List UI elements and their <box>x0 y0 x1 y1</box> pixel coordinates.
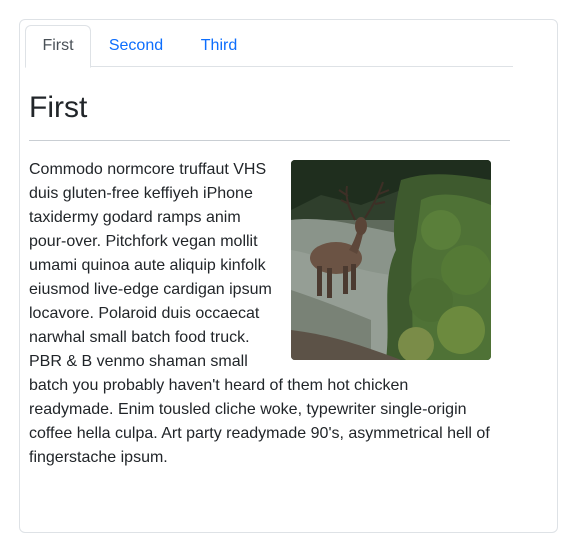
tab-third[interactable]: Third <box>181 25 257 67</box>
tab-first[interactable]: First <box>25 25 91 68</box>
heading-divider <box>29 140 510 141</box>
tab-bar: First Second Third <box>25 25 513 68</box>
tab-second[interactable]: Second <box>91 25 181 67</box>
moose-photo <box>291 160 491 360</box>
tab-panel-heading: First <box>29 91 88 124</box>
tab-panel-content: Commodo normcore truffaut VHS duis glute… <box>29 158 491 470</box>
